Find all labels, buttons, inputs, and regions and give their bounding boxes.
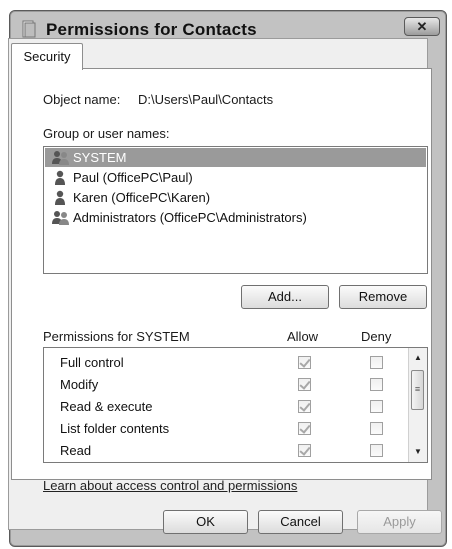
permission-name: Full control (60, 355, 124, 370)
scroll-thumb[interactable]: ≡ (411, 370, 424, 410)
table-row: Full control (44, 352, 404, 374)
remove-button[interactable]: Remove (339, 285, 427, 309)
deny-checkbox[interactable] (370, 422, 383, 435)
allow-checkbox[interactable] (298, 444, 311, 457)
allow-checkbox[interactable] (298, 378, 311, 391)
cancel-button[interactable]: Cancel (258, 510, 343, 534)
folder-icon (22, 20, 36, 38)
allow-column-header: Allow (287, 329, 319, 344)
deny-checkbox[interactable] (370, 400, 383, 413)
list-item-label: Karen (OfficePC\Karen) (73, 190, 211, 205)
permissions-list[interactable]: Full control Modify Read & execute List … (43, 347, 428, 463)
close-button[interactable]: ✕ (404, 17, 440, 36)
list-item[interactable]: Administrators (OfficePC\Administrators) (45, 208, 426, 227)
list-item-label: SYSTEM (73, 150, 127, 165)
allow-checkbox[interactable] (298, 400, 311, 413)
deny-checkbox[interactable] (370, 444, 383, 457)
list-item[interactable]: Karen (OfficePC\Karen) (45, 188, 426, 207)
allow-checkbox[interactable] (298, 356, 311, 369)
ok-button[interactable]: OK (163, 510, 248, 534)
permission-name: Read (60, 443, 92, 458)
permission-name: Modify (60, 377, 99, 392)
table-row: Read & execute (44, 396, 404, 418)
deny-checkbox[interactable] (370, 378, 383, 391)
permissions-scrollbar[interactable]: ▲ ≡ ▼ (408, 348, 427, 462)
object-name-label: Object name: (43, 92, 121, 107)
list-item-label: Paul (OfficePC\Paul) (73, 170, 193, 185)
group-names-label: Group or user names: (43, 126, 170, 141)
scroll-up-icon[interactable]: ▲ (409, 350, 427, 366)
permission-name: Read & execute (60, 399, 153, 414)
allow-checkbox[interactable] (298, 422, 311, 435)
deny-column-header: Deny (361, 329, 392, 344)
permissions-for-label: Permissions for SYSTEM (43, 329, 190, 344)
table-row: Read (44, 440, 404, 462)
group-user-listbox[interactable]: SYSTEM Paul (OfficePC\Paul) Karen (Offic… (43, 146, 428, 274)
add-button[interactable]: Add... (241, 285, 329, 309)
table-row: List folder contents (44, 418, 404, 440)
list-item[interactable]: SYSTEM (45, 148, 426, 167)
list-item-label: Administrators (OfficePC\Administrators) (73, 210, 307, 225)
tab-security[interactable]: Security (11, 43, 83, 70)
user-icon (55, 170, 65, 185)
window-title: Permissions for Contacts (46, 20, 257, 39)
table-row: Modify (44, 374, 404, 396)
list-item[interactable]: Paul (OfficePC\Paul) (45, 168, 426, 187)
access-control-help-link[interactable]: Learn about access control and permissio… (43, 478, 297, 493)
users-group-icon (52, 211, 69, 225)
object-name-value: D:\Users\Paul\Contacts (138, 92, 274, 107)
users-group-icon (52, 151, 69, 165)
permission-name: List folder contents (60, 421, 170, 436)
scroll-down-icon[interactable]: ▼ (409, 444, 427, 460)
deny-checkbox[interactable] (370, 356, 383, 369)
user-icon (55, 190, 65, 205)
apply-button[interactable]: Apply (357, 510, 442, 534)
